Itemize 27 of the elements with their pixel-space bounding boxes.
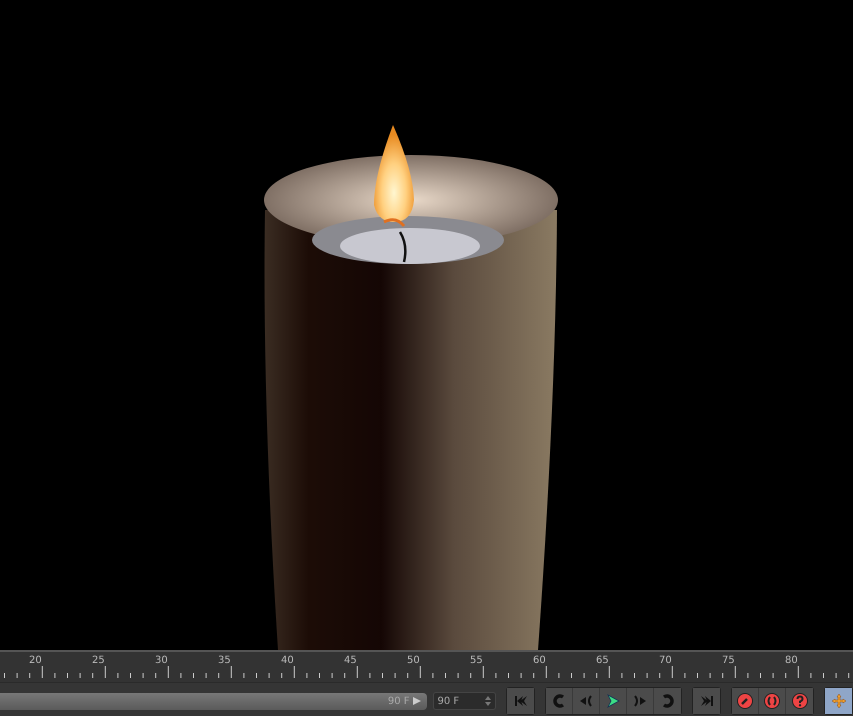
frame-number: 65 [595,655,610,666]
arrow-right-icon [412,697,420,705]
frame-number: 60 [532,655,547,666]
frame-number: 70 [658,655,673,666]
frame-number: 75 [721,655,736,666]
frame-number: 25 [91,655,106,666]
frame-number: 55 [469,655,484,666]
frame-number: 20 [28,655,43,666]
frame-number: 30 [154,655,169,666]
frame-number: 50 [406,655,421,666]
key-record-icon [737,693,753,709]
end-frame-field[interactable]: 90 F [432,692,496,710]
skip-start-icon [512,693,528,709]
frame-number: 35 [217,655,232,666]
step-forward-icon [632,693,648,709]
help-icon [792,693,808,709]
spinner-icon [485,696,491,706]
auto-key-icon [764,693,780,709]
frame-number: 80 [784,655,799,666]
frame-number: 45 [343,655,358,666]
range-end-label: 90 F [388,696,410,706]
record-button[interactable] [732,688,759,714]
frame-number: 40 [280,655,295,666]
skip-end-icon [698,693,714,709]
play-icon [605,693,621,709]
move-icon [830,693,846,709]
step-back-icon [578,693,594,709]
